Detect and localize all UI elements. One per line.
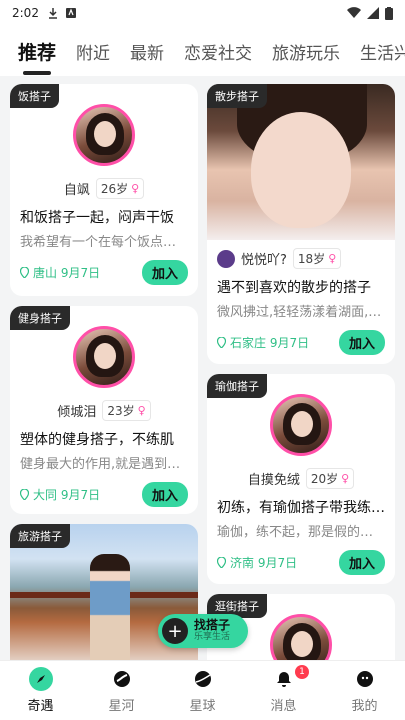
battery-icon (385, 6, 393, 20)
feed-column-right: 散步搭子 悦悦吖? 18岁 ♀ 遇不到喜欢的散步的搭子 微风拂过,轻轻荡漾着湖面,… (207, 84, 395, 660)
nav-label: 我的 (351, 699, 378, 714)
join-button[interactable]: 加入 (141, 482, 188, 507)
post-title: 塑体的健身搭子，不练肌 (20, 432, 174, 448)
join-button[interactable]: 加入 (338, 330, 385, 355)
tab-latest[interactable]: 最新 (130, 39, 164, 64)
post-description: 瑜伽，练不起，那是假的… (217, 525, 374, 540)
female-icon: ♀ (341, 472, 350, 485)
user-name: 自飒 (63, 183, 90, 198)
nav-item-profile[interactable]: 我的 (324, 661, 405, 720)
location-pin-icon (217, 337, 226, 348)
user-name: 倾城泪 (57, 405, 97, 420)
tab-travel[interactable]: 旅游玩乐 (272, 39, 340, 64)
user-name: 悦悦吖? (241, 253, 287, 268)
location-pin-icon (20, 267, 29, 278)
nav-item-encounter[interactable]: 奇遇 (0, 661, 81, 720)
nav-label: 消息 (270, 699, 297, 714)
age-text: 23岁 (107, 404, 135, 418)
signal-icon (367, 7, 379, 19)
fab-subtitle: 乐享生活 (194, 631, 231, 642)
post-description: 微风拂过,轻轻荡漾着湖面,… (217, 305, 382, 320)
plus-icon: + (162, 618, 188, 644)
post-card[interactable]: 饭搭子 自飒 26岁 ♀ 和饭搭子一起，闷声干饭 我希望有一个在每个饭点… 唐山 … (10, 84, 198, 296)
location-text: 石家庄 9月7日 (230, 336, 310, 350)
find-partner-button[interactable]: + 找搭子 乐享生活 (158, 614, 248, 648)
avatar[interactable] (270, 394, 332, 456)
tab-hobby[interactable]: 生活兴趣 (360, 39, 405, 64)
age-text: 20岁 (310, 472, 339, 486)
age-text: 26岁 (100, 182, 129, 196)
category-tag: 散步搭子 (207, 84, 267, 108)
nav-item-planet[interactable]: 星球 (162, 661, 243, 720)
feed-column-left: 饭搭子 自飒 26岁 ♀ 和饭搭子一起，闷声干饭 我希望有一个在每个饭点… 唐山 … (10, 84, 198, 660)
avatar[interactable] (73, 326, 135, 388)
age-badge: 18岁 ♀ (292, 248, 342, 269)
location: 石家庄 9月7日 (217, 334, 309, 351)
category-tag: 旅游搭子 (10, 524, 70, 548)
location-pin-icon (217, 557, 226, 568)
post-title: 初练，有瑜伽搭子带我练… (217, 500, 385, 516)
location-text: 唐山 9月7日 (33, 266, 101, 280)
download-icon (48, 8, 57, 19)
location: 济南 9月7日 (217, 554, 297, 571)
post-card[interactable]: 瑜伽搭子 自摸免绒 20岁 ♀ 初练，有瑜伽搭子带我练… 瑜伽，练不起，那是假的…… (207, 374, 395, 584)
profile-icon (353, 667, 377, 691)
female-icon: ♀ (131, 182, 140, 195)
nav-item-messages[interactable]: 1 消息 (243, 661, 324, 720)
age-badge: 26岁 ♀ (95, 178, 145, 199)
compass-icon (28, 667, 53, 691)
age-badge: 20岁 ♀ (305, 468, 355, 489)
nav-label: 奇遇 (27, 699, 54, 714)
category-tag: 瑜伽搭子 (207, 374, 267, 398)
tab-recommend[interactable]: 推荐 (18, 38, 56, 65)
join-button[interactable]: 加入 (141, 260, 188, 285)
feed: 饭搭子 自飒 26岁 ♀ 和饭搭子一起，闷声干饭 我希望有一个在每个饭点… 唐山 … (0, 76, 405, 660)
user-name: 自摸免绒 (247, 473, 300, 488)
nav-item-galaxy[interactable]: 星河 (81, 661, 162, 720)
location-text: 济南 9月7日 (230, 556, 298, 570)
location-text: 大同 9月7日 (33, 488, 101, 502)
age-text: 18岁 (297, 252, 326, 266)
age-badge: 23岁 ♀ (102, 400, 151, 421)
status-bar: 2:02 (0, 0, 405, 26)
avatar[interactable] (217, 249, 235, 268)
message-badge: 1 (295, 665, 309, 679)
location: 大同 9月7日 (20, 486, 100, 503)
fab-title: 找搭子 (194, 618, 231, 633)
bottom-nav: 奇遇 星河 星球 1 消息 我的 (0, 660, 405, 720)
post-description: 我希望有一个在每个饭点… (20, 235, 177, 250)
planet-icon (191, 667, 215, 691)
category-tabs: 推荐 附近 最新 恋爱社交 旅游玩乐 生活兴趣 (0, 26, 405, 76)
post-description: 健身最大的作用,就是遇到… (20, 457, 181, 472)
join-button[interactable]: 加入 (338, 550, 385, 575)
avatar[interactable] (73, 104, 135, 166)
female-icon: ♀ (137, 404, 146, 417)
post-card[interactable]: 散步搭子 悦悦吖? 18岁 ♀ 遇不到喜欢的散步的搭子 微风拂过,轻轻荡漾着湖面,… (207, 84, 395, 364)
category-tag: 饭搭子 (10, 84, 59, 108)
category-tag: 健身搭子 (10, 306, 70, 330)
wifi-icon (347, 7, 361, 19)
post-title: 和饭搭子一起，闷声干饭 (20, 210, 174, 226)
tab-nearby[interactable]: 附近 (76, 39, 110, 64)
post-title: 遇不到喜欢的散步的搭子 (217, 280, 371, 296)
galaxy-icon (110, 667, 134, 691)
female-icon: ♀ (328, 252, 337, 265)
bell-icon (272, 667, 296, 691)
status-time: 2:02 (12, 6, 39, 20)
location: 唐山 9月7日 (20, 264, 100, 281)
nav-label: 星河 (108, 699, 135, 714)
avatar[interactable] (270, 614, 332, 660)
post-card[interactable]: 健身搭子 倾城泪 23岁 ♀ 塑体的健身搭子，不练肌 健身最大的作用,就是遇到… … (10, 306, 198, 514)
location-pin-icon (20, 489, 29, 500)
notification-app-icon (65, 8, 76, 18)
nav-label: 星球 (189, 699, 216, 714)
tab-dating[interactable]: 恋爱社交 (184, 39, 252, 64)
